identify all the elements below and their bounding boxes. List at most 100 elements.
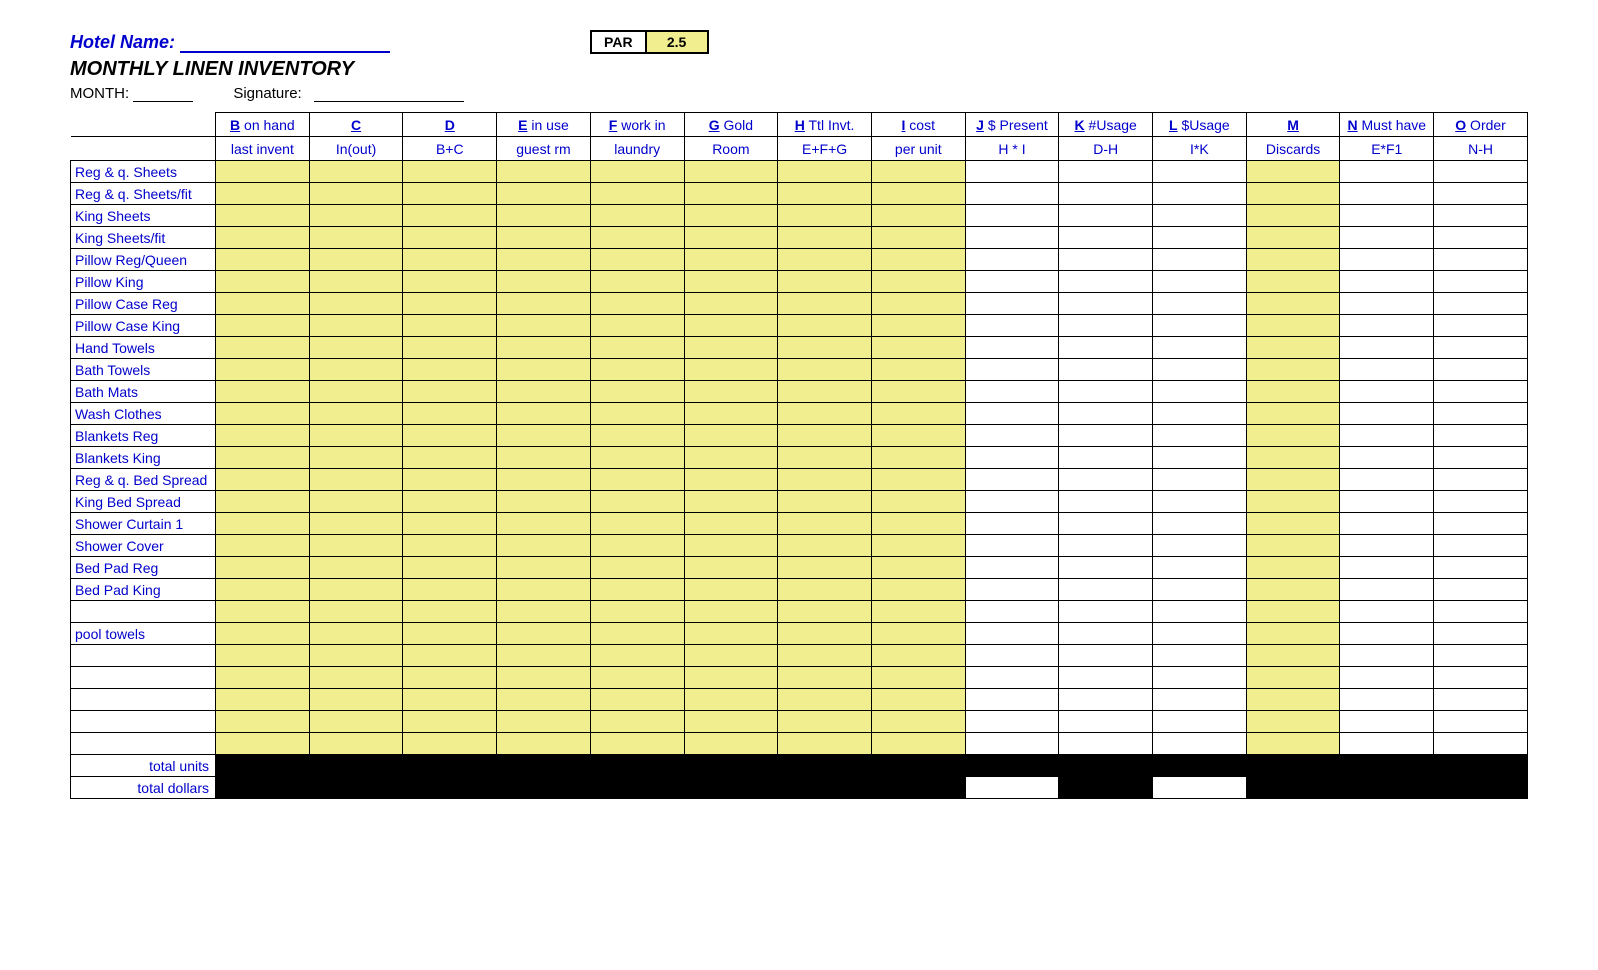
data-cell[interactable] (497, 491, 591, 513)
data-cell[interactable] (1059, 315, 1153, 337)
data-cell[interactable] (590, 689, 684, 711)
data-cell[interactable] (1434, 315, 1528, 337)
data-cell[interactable] (1153, 667, 1247, 689)
data-cell[interactable] (684, 513, 778, 535)
data-cell[interactable] (497, 733, 591, 755)
data-cell[interactable] (1246, 227, 1340, 249)
data-cell[interactable] (1059, 711, 1153, 733)
data-cell[interactable] (403, 315, 497, 337)
data-cell[interactable] (216, 689, 310, 711)
data-cell[interactable] (497, 535, 591, 557)
data-cell[interactable] (778, 249, 872, 271)
data-cell[interactable] (871, 689, 965, 711)
data-cell[interactable] (309, 711, 403, 733)
data-cell[interactable] (1434, 623, 1528, 645)
data-cell[interactable] (684, 315, 778, 337)
data-cell[interactable] (778, 645, 872, 667)
data-cell[interactable] (1246, 161, 1340, 183)
data-cell[interactable] (778, 315, 872, 337)
data-cell[interactable] (778, 667, 872, 689)
data-cell[interactable] (309, 601, 403, 623)
data-cell[interactable] (1059, 249, 1153, 271)
data-cell[interactable] (216, 535, 310, 557)
data-cell[interactable] (1246, 601, 1340, 623)
data-cell[interactable] (1153, 579, 1247, 601)
data-cell[interactable] (684, 557, 778, 579)
data-cell[interactable] (1246, 535, 1340, 557)
data-cell[interactable] (497, 161, 591, 183)
data-cell[interactable] (309, 425, 403, 447)
data-cell[interactable] (1059, 513, 1153, 535)
data-cell[interactable] (1434, 227, 1528, 249)
data-cell[interactable] (1059, 227, 1153, 249)
data-cell[interactable] (684, 161, 778, 183)
data-cell[interactable] (403, 491, 497, 513)
data-cell[interactable] (1246, 711, 1340, 733)
data-cell[interactable] (1434, 491, 1528, 513)
data-cell[interactable] (871, 667, 965, 689)
data-cell[interactable] (216, 491, 310, 513)
data-cell[interactable] (590, 557, 684, 579)
data-cell[interactable] (1246, 513, 1340, 535)
data-cell[interactable] (778, 579, 872, 601)
data-cell[interactable] (1340, 535, 1434, 557)
data-cell[interactable] (965, 183, 1059, 205)
data-cell[interactable] (590, 623, 684, 645)
data-cell[interactable] (684, 271, 778, 293)
data-cell[interactable] (871, 183, 965, 205)
data-cell[interactable] (1340, 645, 1434, 667)
data-cell[interactable] (1153, 645, 1247, 667)
data-cell[interactable] (1434, 447, 1528, 469)
data-cell[interactable] (684, 359, 778, 381)
data-cell[interactable] (965, 249, 1059, 271)
data-cell[interactable] (871, 293, 965, 315)
data-cell[interactable] (1059, 337, 1153, 359)
data-cell[interactable] (1059, 403, 1153, 425)
data-cell[interactable] (403, 557, 497, 579)
data-cell[interactable] (403, 205, 497, 227)
data-cell[interactable] (1246, 447, 1340, 469)
data-cell[interactable] (216, 711, 310, 733)
data-cell[interactable] (965, 227, 1059, 249)
data-cell[interactable] (309, 447, 403, 469)
data-cell[interactable] (1434, 425, 1528, 447)
data-cell[interactable] (1153, 557, 1247, 579)
data-cell[interactable] (871, 601, 965, 623)
data-cell[interactable] (216, 205, 310, 227)
data-cell[interactable] (871, 623, 965, 645)
data-cell[interactable] (778, 689, 872, 711)
data-cell[interactable] (778, 733, 872, 755)
data-cell[interactable] (497, 447, 591, 469)
data-cell[interactable] (778, 711, 872, 733)
data-cell[interactable] (497, 645, 591, 667)
data-cell[interactable] (684, 689, 778, 711)
data-cell[interactable] (1059, 623, 1153, 645)
data-cell[interactable] (1153, 711, 1247, 733)
data-cell[interactable] (1340, 293, 1434, 315)
data-cell[interactable] (497, 249, 591, 271)
data-cell[interactable] (403, 381, 497, 403)
data-cell[interactable] (1153, 271, 1247, 293)
par-value[interactable]: 2.5 (647, 32, 707, 52)
data-cell[interactable] (309, 645, 403, 667)
data-cell[interactable] (1434, 249, 1528, 271)
data-cell[interactable] (1434, 733, 1528, 755)
data-cell[interactable] (965, 491, 1059, 513)
data-cell[interactable] (1340, 623, 1434, 645)
data-cell[interactable] (871, 271, 965, 293)
data-cell[interactable] (965, 579, 1059, 601)
data-cell[interactable] (1340, 161, 1434, 183)
data-cell[interactable] (403, 183, 497, 205)
data-cell[interactable] (216, 359, 310, 381)
data-cell[interactable] (590, 227, 684, 249)
data-cell[interactable] (1340, 271, 1434, 293)
data-cell[interactable] (497, 601, 591, 623)
data-cell[interactable] (1434, 403, 1528, 425)
data-cell[interactable] (497, 689, 591, 711)
data-cell[interactable] (309, 249, 403, 271)
data-cell[interactable] (1059, 579, 1153, 601)
data-cell[interactable] (309, 205, 403, 227)
data-cell[interactable] (684, 227, 778, 249)
data-cell[interactable] (1153, 447, 1247, 469)
data-cell[interactable] (778, 447, 872, 469)
